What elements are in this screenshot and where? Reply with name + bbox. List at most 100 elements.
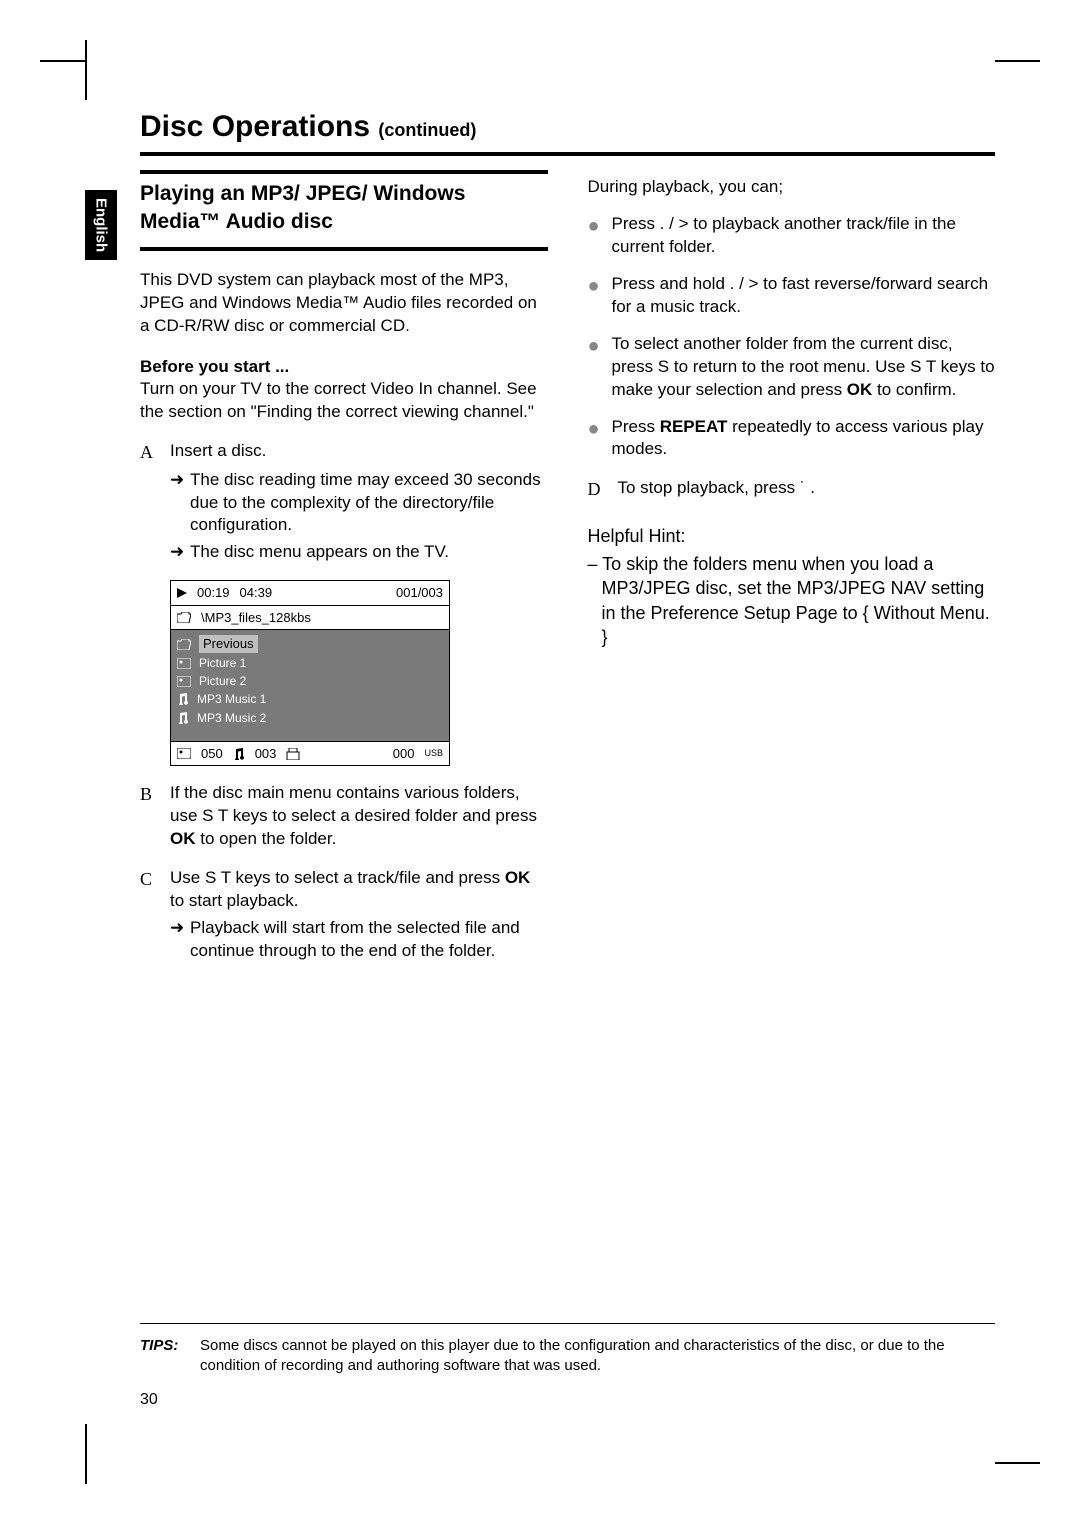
- bullet-text: Press . / > to playback another track/fi…: [612, 213, 996, 259]
- crop-mark: [995, 1462, 1040, 1464]
- text: Press: [612, 417, 660, 436]
- step-body: Insert a disc.: [170, 440, 548, 464]
- text: to confirm.: [872, 380, 956, 399]
- folder-open-icon: [177, 612, 191, 623]
- osd-time-total: 04:39: [240, 584, 273, 602]
- picture-icon: [177, 658, 191, 669]
- step-body: Use S T keys to select a track/file and …: [170, 867, 548, 913]
- list-item: Picture 1: [177, 654, 443, 672]
- tips-footer: TIPS: Some discs cannot be played on thi…: [140, 1336, 995, 1377]
- arrow-up: S: [658, 357, 669, 376]
- helpful-hint-heading: Helpful Hint:: [588, 524, 996, 548]
- crop-mark: [995, 60, 1040, 62]
- during-playback: During playback, you can;: [588, 176, 996, 199]
- arrow-keys: S T: [205, 868, 231, 887]
- step-body: To stop playback, press ˙ .: [618, 477, 996, 501]
- right-column: During playback, you can; ● Press . / > …: [588, 170, 996, 963]
- heading-main: Disc Operations: [140, 110, 370, 143]
- step-a-sub: ➜ The disc menu appears on the TV.: [140, 541, 548, 564]
- osd-path: \MP3_files_128kbs: [201, 609, 311, 627]
- left-column: Playing an MP3/ JPEG/ Windows Media™ Aud…: [140, 170, 548, 963]
- bullet-text: To select another folder from the curren…: [612, 333, 996, 402]
- heading-rule: [140, 152, 995, 156]
- bullet-icon: ●: [588, 213, 612, 259]
- bullet-text: Press and hold . / > to fast reverse/for…: [612, 273, 996, 319]
- item-label: Picture 2: [199, 673, 246, 689]
- text: to start playback.: [170, 891, 299, 910]
- osd-usb-label: USB: [424, 747, 443, 759]
- arrow-keys: S T: [910, 357, 936, 376]
- osd-count-pictures: 050: [201, 745, 223, 763]
- intro-text: This DVD system can playback most of the…: [140, 269, 548, 338]
- bullet-item: ● To select another folder from the curr…: [588, 333, 996, 402]
- usb-icon: [286, 748, 300, 760]
- step-letter: C: [140, 867, 170, 913]
- osd-time-elapsed: 00:19: [197, 584, 230, 602]
- section-heading: Playing an MP3/ JPEG/ Windows Media™ Aud…: [140, 170, 548, 251]
- list-item: Previous: [177, 634, 443, 654]
- bullet-item: ● Press . / > to playback another track/…: [588, 213, 996, 259]
- item-label: MP3 Music 2: [197, 710, 266, 726]
- repeat-label: REPEAT: [660, 417, 728, 436]
- before-you-start-body: Turn on your TV to the correct Video In …: [140, 378, 548, 424]
- sub-text: The disc menu appears on the TV.: [190, 541, 449, 564]
- osd-footer: 050 003 000 USB: [171, 741, 449, 766]
- tips-text: Some discs cannot be played on this play…: [200, 1336, 995, 1377]
- play-icon: [177, 588, 187, 598]
- arrow-keys: S T: [202, 806, 228, 825]
- crop-mark: [40, 60, 85, 62]
- page-title: Disc Operations (continued): [140, 110, 476, 144]
- heading-continued: (continued): [378, 120, 476, 140]
- text: keys to select a desired folder and pres…: [228, 806, 537, 825]
- music-icon: [177, 693, 189, 705]
- arrow-icon: ➜: [170, 469, 190, 538]
- helpful-hint-body: – To skip the folders menu when you load…: [588, 552, 996, 649]
- text: keys to select a track/file and press: [231, 868, 505, 887]
- item-label: MP3 Music 1: [197, 691, 266, 707]
- music-icon: [233, 748, 245, 760]
- crop-mark: [85, 40, 87, 100]
- osd-count-music: 003: [255, 745, 277, 763]
- bullet-icon: ●: [588, 416, 612, 462]
- list-item: MP3 Music 1: [177, 690, 443, 708]
- step-letter: B: [140, 782, 170, 851]
- list-item: MP3 Music 2: [177, 709, 443, 727]
- step-body: If the disc main menu contains various f…: [170, 782, 548, 851]
- picture-icon: [177, 748, 191, 759]
- bullet-item: ● Press REPEAT repeatedly to access vari…: [588, 416, 996, 462]
- folder-open-icon: [177, 639, 191, 650]
- osd-header: 00:19 04:39 001/003: [171, 581, 449, 606]
- ok-label: OK: [505, 868, 531, 887]
- step-b: B If the disc main menu contains various…: [140, 782, 548, 851]
- step-a: A Insert a disc.: [140, 440, 548, 464]
- page-number: 30: [140, 1391, 158, 1409]
- step-letter: A: [140, 440, 170, 464]
- text: to return to the root menu. Use: [669, 357, 910, 376]
- crop-mark: [85, 1424, 87, 1484]
- tips-rule: [140, 1323, 995, 1324]
- text: to open the folder.: [196, 829, 337, 848]
- music-icon: [177, 712, 189, 724]
- osd-file-list: Previous Picture 1 Picture 2 MP3 Music 1: [171, 630, 449, 740]
- step-d: D To stop playback, press ˙ .: [588, 477, 996, 501]
- arrow-icon: ➜: [170, 917, 190, 963]
- language-tab: English: [85, 190, 117, 260]
- osd-path-row: \MP3_files_128kbs: [171, 606, 449, 631]
- before-you-start-heading: Before you start ...: [140, 356, 548, 379]
- bullet-text: Press REPEAT repeatedly to access variou…: [612, 416, 996, 462]
- osd-count-usb: 000: [393, 745, 415, 763]
- tips-label: TIPS:: [140, 1336, 200, 1377]
- picture-icon: [177, 676, 191, 687]
- ok-label: OK: [847, 380, 873, 399]
- onscreen-display: 00:19 04:39 001/003 \MP3_files_128kbs Pr…: [170, 580, 450, 766]
- bullet-item: ● Press and hold . / > to fast reverse/f…: [588, 273, 996, 319]
- text: Use: [170, 868, 205, 887]
- step-c-sub: ➜ Playback will start from the selected …: [140, 917, 548, 963]
- step-c: C Use S T keys to select a track/file an…: [140, 867, 548, 913]
- step-letter: D: [588, 477, 618, 501]
- arrow-icon: ➜: [170, 541, 190, 564]
- bullet-icon: ●: [588, 333, 612, 402]
- item-label: Picture 1: [199, 655, 246, 671]
- step-a-sub: ➜ The disc reading time may exceed 30 se…: [140, 469, 548, 538]
- ok-label: OK: [170, 829, 196, 848]
